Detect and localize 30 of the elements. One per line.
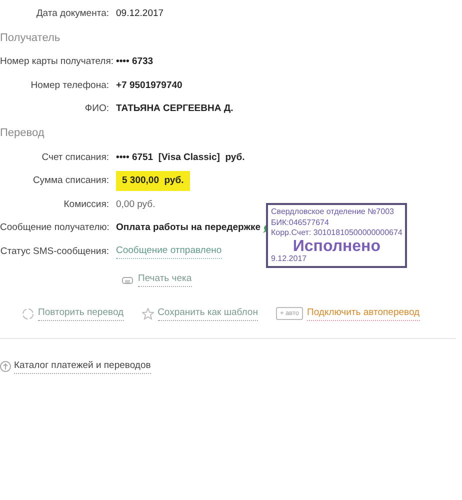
field-label: Комиссия: [62,198,110,212]
field-label: ФИО: [84,102,110,116]
section-heading: Перевод [0,126,46,142]
field-label: Статус SMS-сообщения: [0,244,110,259]
field-label: Дата документа: [35,6,110,21]
stamp-text: Корр.Счет: 30101810500000000674 [271,228,402,238]
stamp-text: БИК:046577674 [271,218,330,228]
field-label: Номер телефона: [30,78,110,93]
catalog-link[interactable]: Каталог платежей и переводов [14,358,151,374]
field-value: Оплата работы на передержке [116,221,260,236]
field-value: 0,00 руб. [116,198,156,212]
field-value: •••• 6733 [116,55,154,70]
field-value: 5 300,00 руб. [116,171,190,192]
section-heading: Получатель [0,30,62,46]
field-label: Счет списания: [40,150,110,165]
field-value: •••• 6751 [Visa Classic] руб. [116,150,245,165]
action-link[interactable]: Повторить перевод [38,306,124,322]
field-label: Сумма списания: [32,174,110,188]
field-value: ТАТЬЯНА СЕРГЕЕВНА Д. [116,102,234,116]
stamp-date: 9.12.2017 [271,254,308,264]
field-label: Сообщение получателю: [0,221,110,236]
field-value: 09.12.2017 [116,6,164,21]
stamp-status: Исполнено [292,238,382,254]
field-label: Номер карты получателя: [0,55,114,70]
action-link[interactable]: Сохранить как шаблон [158,306,258,322]
field-value: +7 9501979740 [116,78,182,93]
print-link[interactable]: Печать чека [138,272,192,288]
stamp-text: Свердловское отделение №7003 [271,207,395,218]
status-link[interactable]: Сообщение отправлено [116,244,222,260]
auto-transfer-link[interactable]: Подключить автоперевод [307,306,420,322]
